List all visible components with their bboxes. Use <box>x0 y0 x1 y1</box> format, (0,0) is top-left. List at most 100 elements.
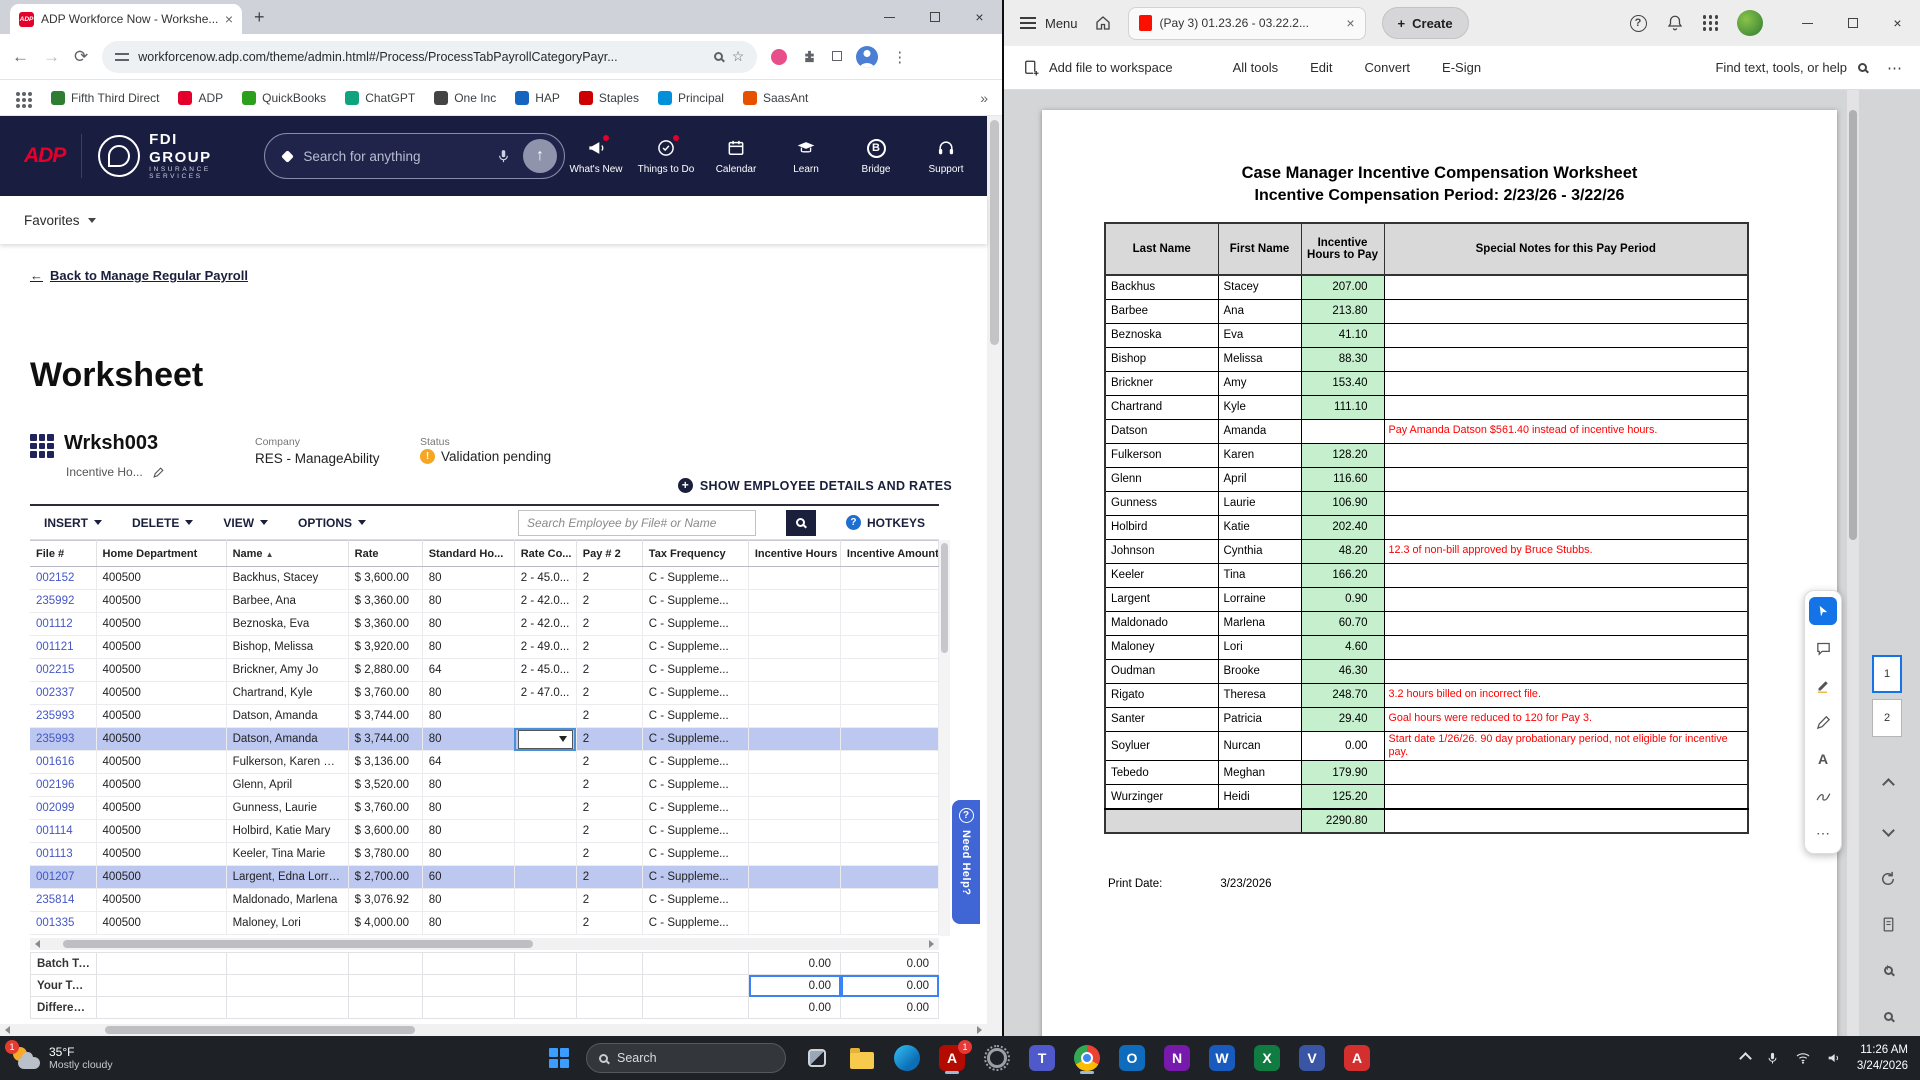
apps-grid-icon[interactable] <box>1702 15 1706 19</box>
taskbar-app-word[interactable]: W <box>1208 1043 1236 1073</box>
bookmark-adp[interactable]: ADP <box>178 90 223 105</box>
bookmark-chatgpt[interactable]: ChatGPT <box>345 90 415 105</box>
cell-rate[interactable]: $ 3,076.92 <box>348 888 423 912</box>
start-button[interactable] <box>549 1048 569 1068</box>
cell-standard-hours[interactable]: 80 <box>422 819 515 843</box>
cell-pay-2[interactable]: 2 <box>576 865 643 889</box>
cell-rate-code[interactable]: 2 - 42.0... <box>514 612 577 636</box>
grid-col-incentive-hours[interactable]: Incentive Hours <box>748 540 841 567</box>
page-1-thumbnail[interactable]: 1 <box>1872 655 1902 693</box>
cell-standard-hours[interactable]: 80 <box>422 566 515 590</box>
cell-rate[interactable]: $ 3,600.00 <box>348 566 423 590</box>
toolbar-edit[interactable]: Edit <box>1310 60 1332 75</box>
grid-col-incentive-amount[interactable]: Incentive Amount <box>840 540 940 567</box>
adp-search-bar[interactable]: Search for anything ↑ <box>264 133 565 179</box>
taskbar-app-settings[interactable] <box>983 1043 1011 1073</box>
cell-incentive-amount[interactable] <box>840 681 940 705</box>
home-icon[interactable] <box>1094 14 1112 32</box>
cell-pay-2[interactable]: 2 <box>576 566 643 590</box>
cell-home-department[interactable]: 400500 <box>96 566 227 590</box>
cell-name[interactable]: Holbird, Katie Mary <box>226 819 349 843</box>
cell-rate-code[interactable] <box>514 727 577 751</box>
minimize-button[interactable] <box>1785 0 1830 46</box>
cell-home-department[interactable]: 400500 <box>96 865 227 889</box>
cell-incentive-amount[interactable] <box>840 865 940 889</box>
cell-name[interactable]: Datson, Amanda <box>226 704 349 728</box>
file-number-link[interactable]: 002196 <box>30 773 97 797</box>
cell-standard-hours[interactable]: 80 <box>422 888 515 912</box>
more-tools-icon[interactable]: ⋯ <box>1809 819 1837 847</box>
nav-bridge[interactable]: B Bridge <box>845 137 907 175</box>
file-number-link[interactable]: 235993 <box>30 704 97 728</box>
cell-standard-hours[interactable]: 64 <box>422 658 515 682</box>
grid-row-235992[interactable]: 235992 400500 Barbee, Ana $ 3,360.00 80 2 - 4… <box>30 589 940 613</box>
close-button[interactable]: × <box>1875 0 1920 46</box>
cell-rate-code[interactable] <box>514 773 577 797</box>
cell-pay-2[interactable]: 2 <box>576 842 643 866</box>
cell-name[interactable]: Brickner, Amy Jo <box>226 658 349 682</box>
taskbar-app-task-view[interactable] <box>803 1043 831 1073</box>
more-options-icon[interactable]: ⋯ <box>1887 59 1902 77</box>
cell-rate[interactable]: $ 3,360.00 <box>348 612 423 636</box>
cell-incentive-amount[interactable] <box>840 612 940 636</box>
select-tool-icon[interactable] <box>1809 597 1837 625</box>
cell-rate-code[interactable]: 2 - 45.0... <box>514 658 577 682</box>
cell-rate-code[interactable] <box>514 796 577 820</box>
cell-rate-code[interactable] <box>514 888 577 912</box>
cell-tax-frequency[interactable]: C - Suppleme... <box>642 727 749 751</box>
cell-rate-code[interactable] <box>514 911 577 935</box>
grid-row-235993[interactable]: 235993 400500 Datson, Amanda $ 3,744.00 80 2 C… <box>30 727 940 751</box>
cell-name[interactable]: Gunness, Laurie <box>226 796 349 820</box>
maximize-button[interactable] <box>912 0 957 34</box>
scroll-left-icon[interactable] <box>5 1026 10 1034</box>
cell-incentive-hours[interactable] <box>748 658 841 682</box>
cell-home-department[interactable]: 400500 <box>96 727 227 751</box>
grid-row-002099[interactable]: 002099 400500 Gunness, Laurie $ 3,760.00 80 2… <box>30 796 940 820</box>
collections-icon[interactable] <box>832 50 843 64</box>
cell-name[interactable]: Bishop, Melissa <box>226 635 349 659</box>
file-number-link[interactable]: 001335 <box>30 911 97 935</box>
employee-search-input[interactable] <box>517 509 756 536</box>
edit-pencil-icon[interactable] <box>152 466 165 479</box>
search-submit-icon[interactable]: ↑ <box>523 139 557 173</box>
wifi-icon[interactable] <box>1795 1050 1811 1066</box>
create-button[interactable]: + Create <box>1381 7 1469 39</box>
cell-name[interactable]: Largent, Edna Lorraine <box>226 865 349 889</box>
cell-incentive-amount[interactable] <box>840 773 940 797</box>
pdf-scrollbar-thumb[interactable] <box>1849 110 1857 540</box>
file-number-link[interactable]: 001616 <box>30 750 97 774</box>
toolbar-all-tools[interactable]: All tools <box>1233 60 1279 75</box>
cell-name[interactable]: Barbee, Ana <box>226 589 349 613</box>
cell-rate-code[interactable]: 2 - 45.0... <box>514 566 577 590</box>
grid-row-002215[interactable]: 002215 400500 Brickner, Amy Jo $ 2,880.00 64… <box>30 658 940 682</box>
refresh-icon[interactable] <box>1874 865 1902 893</box>
cell-rate[interactable]: $ 3,760.00 <box>348 681 423 705</box>
cell-incentive-hours[interactable] <box>748 819 841 843</box>
file-number-link[interactable]: 002337 <box>30 681 97 705</box>
grid-hscroll-thumb[interactable] <box>63 940 533 948</box>
cell-incentive-hours[interactable] <box>748 842 841 866</box>
cell-name[interactable]: Fulkerson, Karen Danz <box>226 750 349 774</box>
grid-row-001207[interactable]: 001207 400500 Largent, Edna Lorraine $ 2,70… <box>30 865 940 889</box>
file-number-link[interactable]: 002152 <box>30 566 97 590</box>
bookmark-star-icon[interactable]: ☆ <box>732 48 745 65</box>
cell-incentive-amount[interactable] <box>840 842 940 866</box>
cell-incentive-amount[interactable] <box>840 727 940 751</box>
cell-pay-2[interactable]: 2 <box>576 658 643 682</box>
cell-rate[interactable]: $ 3,136.00 <box>348 750 423 774</box>
cell-incentive-hours[interactable] <box>748 612 841 636</box>
cell-tax-frequency[interactable]: C - Suppleme... <box>642 773 749 797</box>
cell-incentive-hours[interactable] <box>748 911 841 935</box>
bookmark-hap[interactable]: HAP <box>515 90 560 105</box>
cell-incentive-hours[interactable] <box>748 888 841 912</box>
cell-tax-frequency[interactable]: C - Suppleme... <box>642 750 749 774</box>
nav-calendar[interactable]: Calendar <box>705 137 767 175</box>
cell-name[interactable]: Maloney, Lori <box>226 911 349 935</box>
cell-tax-frequency[interactable]: C - Suppleme... <box>642 566 749 590</box>
toolbar-convert[interactable]: Convert <box>1365 60 1411 75</box>
cell-pay-2[interactable]: 2 <box>576 704 643 728</box>
cell-pay-2[interactable]: 2 <box>576 612 643 636</box>
grid-row-235814[interactable]: 235814 400500 Maldonado, Marlena $ 3,076.92… <box>30 888 940 912</box>
minimize-button[interactable] <box>867 0 912 34</box>
page-hscroll-thumb[interactable] <box>105 1026 415 1034</box>
